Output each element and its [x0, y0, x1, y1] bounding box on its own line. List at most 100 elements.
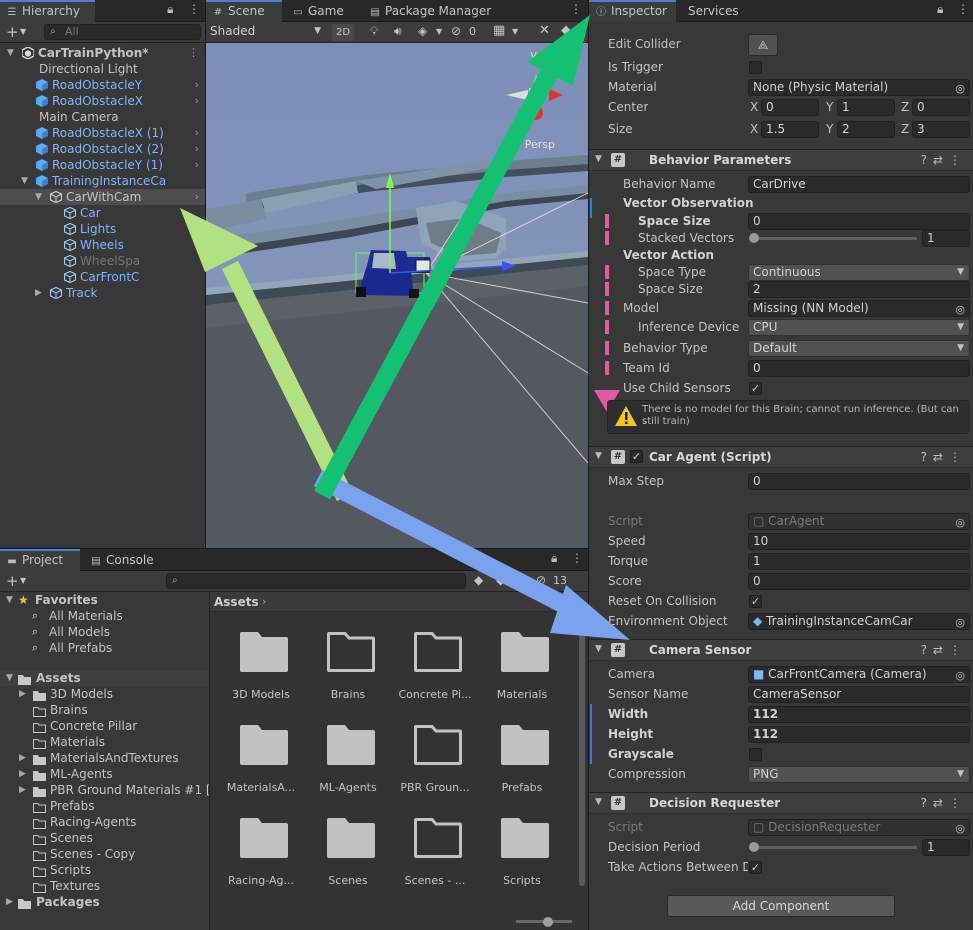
edit-collider-button[interactable]: ⟁: [748, 34, 778, 56]
kebab-menu-icon[interactable]: ⋮: [570, 2, 582, 16]
grayscale-checkbox[interactable]: [749, 748, 762, 761]
zoom-slider-knob[interactable]: [543, 917, 553, 927]
asset-folder-tile[interactable]: Prefabs: [479, 725, 565, 815]
collapsed-arrow-icon[interactable]: ▶: [6, 894, 13, 910]
lock-icon[interactable]: 🔒︎: [167, 2, 173, 17]
fold-arrow-icon[interactable]: ▼: [595, 644, 602, 654]
expanded-arrow-icon[interactable]: ▼: [6, 670, 13, 686]
score-field[interactable]: 0: [748, 573, 970, 590]
environment-object-field[interactable]: ◆ TrainingInstanceCamCar ◎: [748, 613, 970, 630]
asset-folder-tile[interactable]: Racing-Ag...: [218, 818, 304, 908]
project-folder-item[interactable]: Scenes: [0, 830, 208, 846]
favorite-item[interactable]: ⌕ All Models: [0, 624, 208, 640]
scene-viewport[interactable]: y < Persp: [206, 43, 588, 548]
project-folder-item[interactable]: ▶ MaterialsAndTextures: [0, 750, 208, 766]
add-component-button[interactable]: Add Component: [667, 895, 895, 917]
chevron-right-icon[interactable]: ›: [195, 93, 199, 109]
fold-arrow-icon[interactable]: ▼: [595, 154, 602, 164]
center-x-field[interactable]: 0: [761, 99, 819, 116]
behavior-parameters-header[interactable]: ▼ # Behavior Parameters ?⇄⋮: [589, 149, 973, 171]
chevron-down-icon[interactable]: ▼: [20, 27, 26, 36]
collapsed-arrow-icon[interactable]: ▶: [19, 766, 26, 782]
add-icon[interactable]: +: [6, 23, 19, 41]
model-field[interactable]: Missing (NN Model) ◎: [748, 300, 970, 317]
object-picker-icon[interactable]: ◎: [955, 668, 965, 682]
chevron-right-icon[interactable]: ›: [195, 77, 199, 93]
fold-arrow-icon[interactable]: ▼: [595, 797, 602, 807]
decision-requester-header[interactable]: ▼ # Decision Requester ?⇄⋮: [589, 792, 973, 814]
hierarchy-item[interactable]: ▶ Track: [0, 285, 205, 301]
expanded-arrow-icon[interactable]: ▼: [21, 173, 28, 189]
star-icon[interactable]: ★: [518, 573, 529, 587]
chevron-down-icon[interactable]: ▼: [512, 27, 518, 36]
lock-icon[interactable]: 🔒︎: [551, 551, 557, 566]
shading-dropdown[interactable]: Shaded ▼: [206, 24, 326, 41]
width-field[interactable]: 112: [748, 706, 970, 723]
hierarchy-search-input[interactable]: ⌕ All: [44, 24, 201, 40]
chevron-right-icon[interactable]: ›: [195, 189, 199, 205]
tab-package-manager[interactable]: ▤ Package Manager: [363, 0, 499, 22]
collapsed-arrow-icon[interactable]: ▶: [35, 285, 42, 301]
project-folder-item[interactable]: Brains: [0, 702, 208, 718]
asset-folder-tile[interactable]: Scripts: [479, 818, 565, 908]
layers-icon[interactable]: ◆: [561, 23, 571, 38]
hidden-eye-icon[interactable]: ⊘: [536, 573, 546, 587]
stacked-vectors-slider[interactable]: [753, 237, 917, 240]
hidden-eye-icon[interactable]: ⊘: [451, 24, 461, 38]
collapsed-arrow-icon[interactable]: ▶: [19, 782, 26, 798]
material-field[interactable]: None (Physic Material) ◎: [748, 79, 970, 96]
project-folder-item[interactable]: ▶ 3D Models: [0, 686, 208, 702]
tab-scene[interactable]: # Scene: [206, 0, 282, 22]
hierarchy-item[interactable]: WheelSpa: [0, 253, 205, 269]
hierarchy-item[interactable]: RoadObstacleY (1) ›: [0, 157, 205, 173]
grid-scrollbar[interactable]: [579, 616, 585, 886]
project-folder-item[interactable]: Textures: [0, 878, 208, 894]
lightbulb-icon[interactable]: 💡︎: [370, 24, 378, 39]
action-space-size-field[interactable]: 2: [748, 281, 970, 298]
reset-on-collision-checkbox[interactable]: ✓: [749, 595, 762, 608]
size-z-field[interactable]: 3: [912, 121, 970, 138]
object-picker-icon[interactable]: ◎: [955, 302, 965, 316]
asset-folder-tile[interactable]: PBR Groun...: [392, 725, 478, 815]
chevron-right-icon[interactable]: ›: [195, 125, 199, 141]
tab-game[interactable]: ▭ Game: [286, 0, 352, 22]
kebab-menu-icon[interactable]: ⋮: [957, 2, 969, 16]
asset-folder-tile[interactable]: MaterialsA...: [218, 725, 304, 815]
take-actions-checkbox[interactable]: ✓: [749, 861, 762, 874]
expanded-arrow-icon[interactable]: ▼: [35, 189, 42, 205]
hierarchy-item[interactable]: Main Camera: [0, 109, 205, 125]
breadcrumb-assets[interactable]: Assets: [214, 595, 259, 609]
asset-folder-tile[interactable]: Concrete Pi...: [392, 632, 478, 722]
hierarchy-item[interactable]: Directional Light: [0, 61, 205, 77]
component-menu-icons[interactable]: ?⇄⋮: [921, 450, 967, 464]
collapsed-arrow-icon[interactable]: ▶: [19, 750, 26, 766]
use-child-sensors-checkbox[interactable]: ✓: [749, 382, 762, 395]
hierarchy-item[interactable]: ▼ TrainingInstanceCa: [0, 173, 205, 189]
component-menu-icons[interactable]: ?⇄⋮: [921, 153, 967, 167]
height-field[interactable]: 112: [748, 726, 970, 743]
component-menu-icons[interactable]: ?⇄⋮: [921, 796, 967, 810]
object-picker-icon[interactable]: ◎: [955, 81, 965, 95]
car-agent-header[interactable]: ▼ # ✓ Car Agent (Script) ?⇄⋮: [589, 446, 973, 468]
kebab-menu-icon[interactable]: ⋮: [188, 2, 200, 16]
filter-type-icon[interactable]: ◆: [474, 573, 483, 587]
project-folder-item[interactable]: Prefabs: [0, 798, 208, 814]
tools-icon[interactable]: ✕: [539, 23, 550, 38]
favorite-item[interactable]: ⌕ All Prefabs: [0, 640, 208, 656]
kebab-menu-icon[interactable]: ⋮: [188, 45, 199, 61]
project-folder-item[interactable]: Concrete Pillar: [0, 718, 208, 734]
asset-folder-tile[interactable]: Scenes: [305, 818, 391, 908]
hierarchy-item[interactable]: RoadObstacleY ›: [0, 77, 205, 93]
sensor-name-field[interactable]: CameraSensor: [748, 686, 970, 703]
decision-period-field[interactable]: 1: [922, 839, 970, 856]
packages-section[interactable]: ▶ Packages: [0, 894, 208, 910]
asset-folder-tile[interactable]: Scenes - ...: [392, 818, 478, 908]
behavior-type-dropdown[interactable]: Default ▼: [748, 340, 970, 357]
tab-project[interactable]: ▬ Project: [0, 549, 80, 571]
hierarchy-item[interactable]: ▼ CarWithCam ›: [0, 189, 205, 205]
chevron-down-icon[interactable]: ▼: [436, 27, 442, 36]
hierarchy-item[interactable]: RoadObstacleX ›: [0, 93, 205, 109]
compression-dropdown[interactable]: PNG ▼: [748, 766, 970, 783]
asset-folder-tile[interactable]: Brains: [305, 632, 391, 722]
hierarchy-item[interactable]: RoadObstacleX (2) ›: [0, 141, 205, 157]
